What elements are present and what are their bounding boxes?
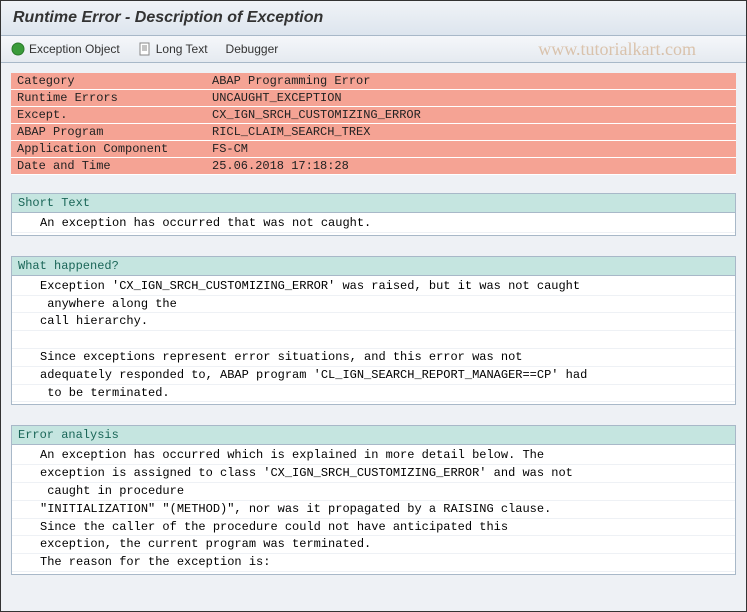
text-line: to be terminated. [12,385,735,403]
info-row: CategoryABAP Programming Error [11,73,736,90]
what-happened-section: What happened? Exception 'CX_IGN_SRCH_CU… [11,256,736,406]
green-circle-icon [11,42,25,56]
info-value: 25.06.2018 17:18:28 [206,158,736,175]
content-area: CategoryABAP Programming ErrorRuntime Er… [1,63,746,605]
text-line: caught in procedure [12,483,735,501]
text-line: call hierarchy. [12,313,735,331]
error-analysis-body: An exception has occurred which is expla… [12,445,735,574]
debugger-label: Debugger [226,42,279,56]
info-value: FS-CM [206,141,736,158]
short-text-section: Short Text An exception has occurred tha… [11,193,736,236]
info-row: ABAP ProgramRICL_CLAIM_SEARCH_TREX [11,124,736,141]
error-analysis-header: Error analysis [12,426,735,445]
info-value: RICL_CLAIM_SEARCH_TREX [206,124,736,141]
title-bar: Runtime Error - Description of Exception [1,1,746,36]
what-happened-header: What happened? [12,257,735,276]
text-line: Since exceptions represent error situati… [12,349,735,367]
exception-object-button[interactable]: Exception Object [11,42,120,56]
error-analysis-section: Error analysis An exception has occurred… [11,425,736,575]
text-line: adequately responded to, ABAP program 'C… [12,367,735,385]
info-table: CategoryABAP Programming ErrorRuntime Er… [11,73,736,175]
info-value: CX_IGN_SRCH_CUSTOMIZING_ERROR [206,107,736,124]
info-label: Runtime Errors [11,90,206,107]
long-text-label: Long Text [156,42,208,56]
exception-object-label: Exception Object [29,42,120,56]
what-happened-body: Exception 'CX_IGN_SRCH_CUSTOMIZING_ERROR… [12,276,735,405]
info-row: Application ComponentFS-CM [11,141,736,158]
text-line: The reason for the exception is: [12,554,735,572]
text-line: Since the caller of the procedure could … [12,519,735,537]
info-value: UNCAUGHT_EXCEPTION [206,90,736,107]
text-line [12,331,735,349]
text-line: anywhere along the [12,296,735,314]
info-row: Date and Time25.06.2018 17:18:28 [11,158,736,175]
text-line: "INITIALIZATION" "(METHOD)", nor was it … [12,501,735,519]
short-text-header: Short Text [12,194,735,213]
debugger-button[interactable]: Debugger [226,42,279,56]
document-icon [138,42,152,56]
info-value: ABAP Programming Error [206,73,736,90]
text-line: Exception 'CX_IGN_SRCH_CUSTOMIZING_ERROR… [12,278,735,296]
text-line: An exception has occurred which is expla… [12,447,735,465]
short-text-body: An exception has occurred that was not c… [12,213,735,235]
info-label: Application Component [11,141,206,158]
info-label: Except. [11,107,206,124]
info-row: Except.CX_IGN_SRCH_CUSTOMIZING_ERROR [11,107,736,124]
info-row: Runtime ErrorsUNCAUGHT_EXCEPTION [11,90,736,107]
toolbar: Exception Object Long Text Debugger [1,36,746,63]
text-line: An exception has occurred that was not c… [12,215,735,233]
info-label: ABAP Program [11,124,206,141]
text-line: exception, the current program was termi… [12,536,735,554]
long-text-button[interactable]: Long Text [138,42,208,56]
text-line: exception is assigned to class 'CX_IGN_S… [12,465,735,483]
info-label: Category [11,73,206,90]
info-label: Date and Time [11,158,206,175]
page-title: Runtime Error - Description of Exception [13,9,734,27]
